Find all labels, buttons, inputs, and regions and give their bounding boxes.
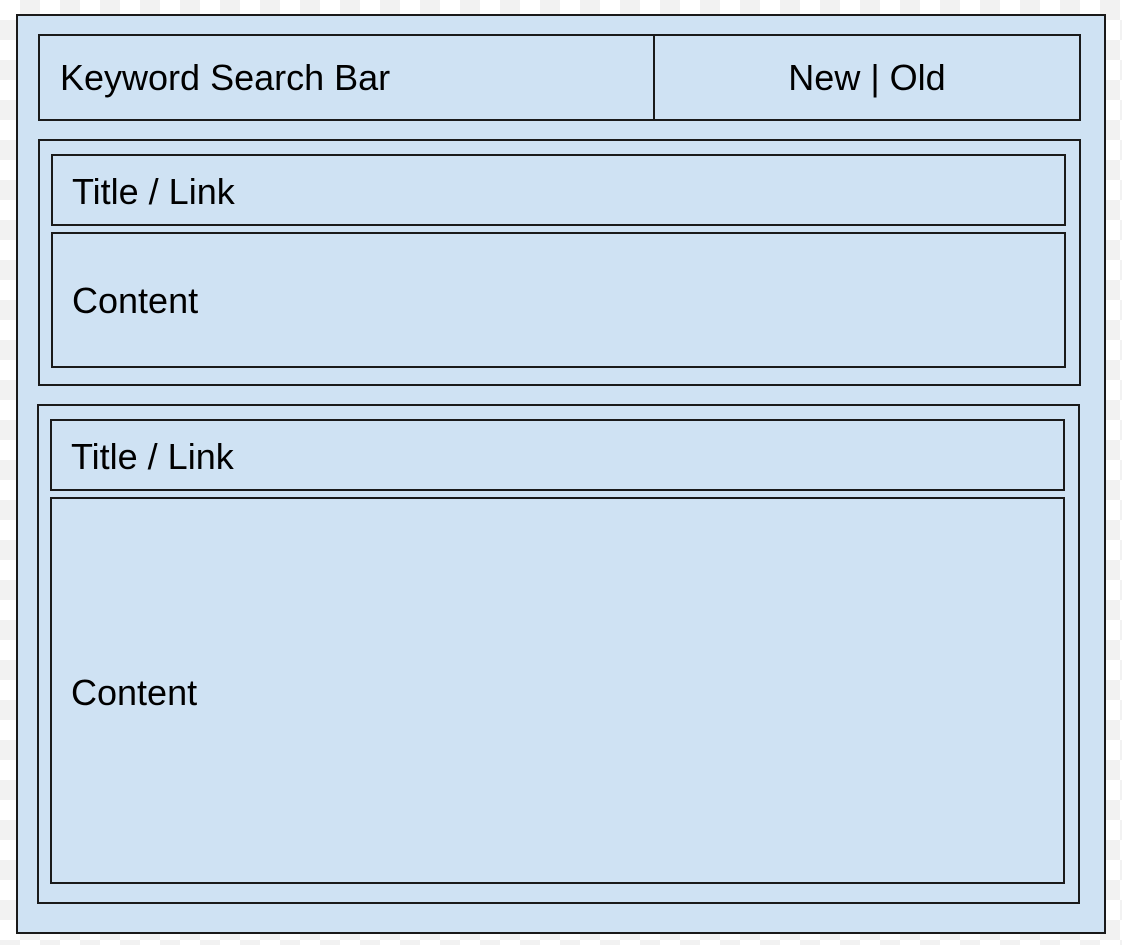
post-title-label: Title / Link [71,436,234,477]
post-content: Content [51,232,1066,368]
post-content-label: Content [72,280,199,321]
post-title-link[interactable]: Title / Link [50,419,1065,491]
sort-toggle-label: New | Old [788,57,946,98]
search-bar-label: Keyword Search Bar [60,57,391,98]
sort-toggle[interactable]: New | Old [653,34,1081,121]
post-title-label: Title / Link [72,171,235,212]
keyword-search-bar[interactable]: Keyword Search Bar [38,34,656,121]
post-content: Content [50,497,1065,884]
post-content-label: Content [71,672,198,713]
post-title-link[interactable]: Title / Link [51,154,1066,226]
